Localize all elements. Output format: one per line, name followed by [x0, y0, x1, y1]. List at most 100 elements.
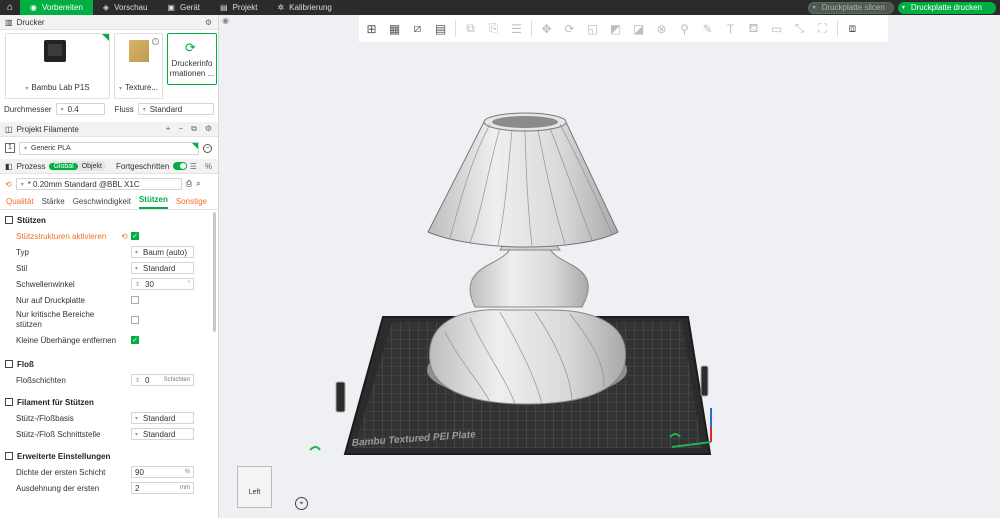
tab-quality[interactable]: Qualität	[6, 197, 34, 209]
split-icon[interactable]: ☰	[508, 20, 525, 37]
global-object-toggle[interactable]: Global Objekt	[49, 161, 106, 171]
tab-device[interactable]: ▣ Gerät	[157, 0, 210, 15]
left-panel: ▥ Drucker ⚙ ▾ Bambu Lab P1S i ▾ Texture...…	[0, 15, 219, 518]
support-style-select[interactable]: ▾ Standard	[131, 262, 194, 274]
buildplate-only-checkbox[interactable]	[131, 296, 139, 304]
settings-icon[interactable]: ⚙	[205, 124, 212, 134]
support-type-select[interactable]: ▾ Baum (auto)	[131, 246, 194, 258]
printer-info-sync-button[interactable]: ⟳ Druckerinfo rmationen ...	[167, 33, 217, 85]
orient-icon[interactable]: ⧄	[409, 20, 426, 37]
chevron-down-icon: ▾	[142, 106, 146, 113]
initial-layer-expansion-input[interactable]: 2 mm	[131, 482, 194, 494]
lay-on-face-icon[interactable]: ◩	[607, 20, 624, 37]
project-icon: ▤	[220, 3, 228, 12]
dropdown-icon[interactable]: ▾	[813, 4, 816, 11]
reset-icon[interactable]: ⟲	[5, 180, 12, 189]
color-paint-icon[interactable]: ⛾	[745, 20, 762, 37]
process-preset-select[interactable]: ▾ * 0.20mm Standard @BBL X1C	[15, 178, 182, 190]
fit-view-icon[interactable]: ⌖	[295, 497, 308, 510]
filament-index[interactable]: 1	[5, 143, 15, 153]
scene-canvas[interactable]: Bambu Textured PEI Plate	[220, 42, 1000, 518]
printer-select-card[interactable]: ▾ Bambu Lab P1S	[5, 33, 110, 99]
stepper-icon[interactable]: ⇕	[135, 377, 140, 384]
view-mode-icon[interactable]: ⧈	[844, 20, 861, 37]
chevron-down-icon: ▾	[25, 86, 29, 92]
nozzle-diameter-select[interactable]: ▾ 0.4	[55, 103, 105, 115]
reset-icon[interactable]: ⟲	[121, 232, 128, 241]
toggle-global[interactable]: Global	[49, 162, 78, 170]
paste-icon[interactable]: ⎘	[485, 20, 502, 37]
add-plate-icon[interactable]: ▦	[386, 20, 403, 37]
slice-plate-button[interactable]: ▾ Druckplatte slicen	[807, 1, 894, 14]
support-paint-icon[interactable]: ⚲	[676, 20, 693, 37]
enable-support-label: Stützstrukturen aktivieren	[16, 231, 107, 241]
percent-icon[interactable]: %	[205, 162, 212, 171]
critical-regions-checkbox[interactable]	[131, 316, 139, 324]
flow-label: Fluss	[114, 104, 134, 114]
search-icon[interactable]: ⌕	[196, 179, 200, 189]
support-interface-select[interactable]: ▾ Standard	[131, 428, 194, 440]
print-plate-button[interactable]: ▾ Druckplatte drucken	[897, 1, 996, 14]
tab-speed[interactable]: Geschwindigkeit	[73, 197, 131, 209]
measure-icon[interactable]: ▭	[768, 20, 785, 37]
view-navigation-cube[interactable]: Left	[237, 466, 272, 508]
list-icon[interactable]: ☰	[190, 162, 197, 171]
settings-icon[interactable]: ⚙	[205, 18, 212, 27]
sync-filament-icon[interactable]: ⧉	[191, 124, 197, 134]
scale-icon[interactable]: ◱	[584, 20, 601, 37]
threshold-angle-input[interactable]: ⇕ 30 °	[131, 278, 194, 290]
info-icon[interactable]: i	[152, 38, 159, 45]
advanced-switch[interactable]	[173, 162, 188, 170]
tab-device-label: Gerät	[179, 3, 200, 12]
boolean-icon[interactable]: ⊗	[653, 20, 670, 37]
lamp-model[interactable]	[427, 112, 627, 405]
tab-others[interactable]: Sonstige	[176, 197, 207, 209]
remove-small-overhangs-checkbox[interactable]: ✓	[131, 336, 139, 344]
toolbar-divider	[531, 20, 532, 37]
tab-calibration[interactable]: ✲ Kalibrierung	[267, 0, 341, 15]
plate-select-card[interactable]: i ▾ Texture...	[114, 33, 163, 99]
remove-filament-icon[interactable]: −	[203, 143, 212, 153]
rotate-icon[interactable]: ⟳	[561, 20, 578, 37]
prepare-icon: ◉	[30, 3, 37, 12]
explode-icon[interactable]: ⛶	[814, 20, 831, 37]
filament-icon: ◫	[5, 124, 13, 134]
filament-select[interactable]: ▾ Generic PLA	[19, 141, 199, 155]
setting-initial-layer-expansion: Ausdehnung der ersten 2 mm	[0, 480, 218, 496]
setting-support-type: Typ ▾ Baum (auto)	[0, 244, 218, 260]
dropdown-icon[interactable]: ▾	[902, 4, 905, 11]
enable-support-checkbox[interactable]: ✓	[131, 232, 139, 240]
toggle-object[interactable]: Objekt	[78, 163, 106, 170]
settings-scrollbar[interactable]	[213, 212, 216, 332]
home-icon[interactable]: ⌂	[0, 0, 20, 15]
raft-layers-value: 0	[145, 375, 150, 385]
tab-support[interactable]: Stützen	[138, 195, 168, 209]
3d-viewport[interactable]: Bambu Textured PEI Plate	[220, 42, 1000, 518]
cut-icon[interactable]: ◪	[630, 20, 647, 37]
move-icon[interactable]: ✥	[538, 20, 555, 37]
process-preset-row: ⟲ ▾ * 0.20mm Standard @BBL X1C ⎙ ⌕	[0, 174, 218, 194]
tab-prepare[interactable]: ◉ Vorbereiten	[20, 0, 93, 15]
advanced-group-icon	[5, 452, 13, 460]
remove-icon[interactable]: −	[178, 124, 183, 134]
stepper-icon[interactable]: ⇕	[135, 281, 140, 288]
add-icon[interactable]: +	[166, 124, 171, 134]
assemble-icon[interactable]: ⤡	[791, 20, 808, 37]
support-base-select[interactable]: ▾ Standard	[131, 412, 194, 424]
initial-layer-density-input[interactable]: 90%	[131, 466, 194, 478]
arrange-icon[interactable]: ▤	[432, 20, 449, 37]
copy-icon[interactable]: ⧉	[462, 20, 479, 37]
seam-paint-icon[interactable]: ✎	[699, 20, 716, 37]
tab-preview[interactable]: ◈ Vorschau	[93, 0, 158, 15]
tab-strength[interactable]: Stärke	[42, 197, 65, 209]
density-unit: %	[184, 469, 190, 475]
flow-select[interactable]: ▾ Standard	[137, 103, 214, 115]
text-icon[interactable]: T	[722, 20, 739, 37]
tab-project[interactable]: ▤ Projekt	[210, 0, 267, 15]
printer-section-header: ▥ Drucker ⚙	[0, 15, 218, 30]
add-object-icon[interactable]: ⊞	[363, 20, 380, 37]
save-icon[interactable]: ⎙	[186, 179, 192, 189]
eye-icon[interactable]: ◉	[222, 16, 229, 25]
device-icon: ▣	[167, 3, 175, 12]
raft-layers-input[interactable]: ⇕ 0 Schichten	[131, 374, 194, 386]
